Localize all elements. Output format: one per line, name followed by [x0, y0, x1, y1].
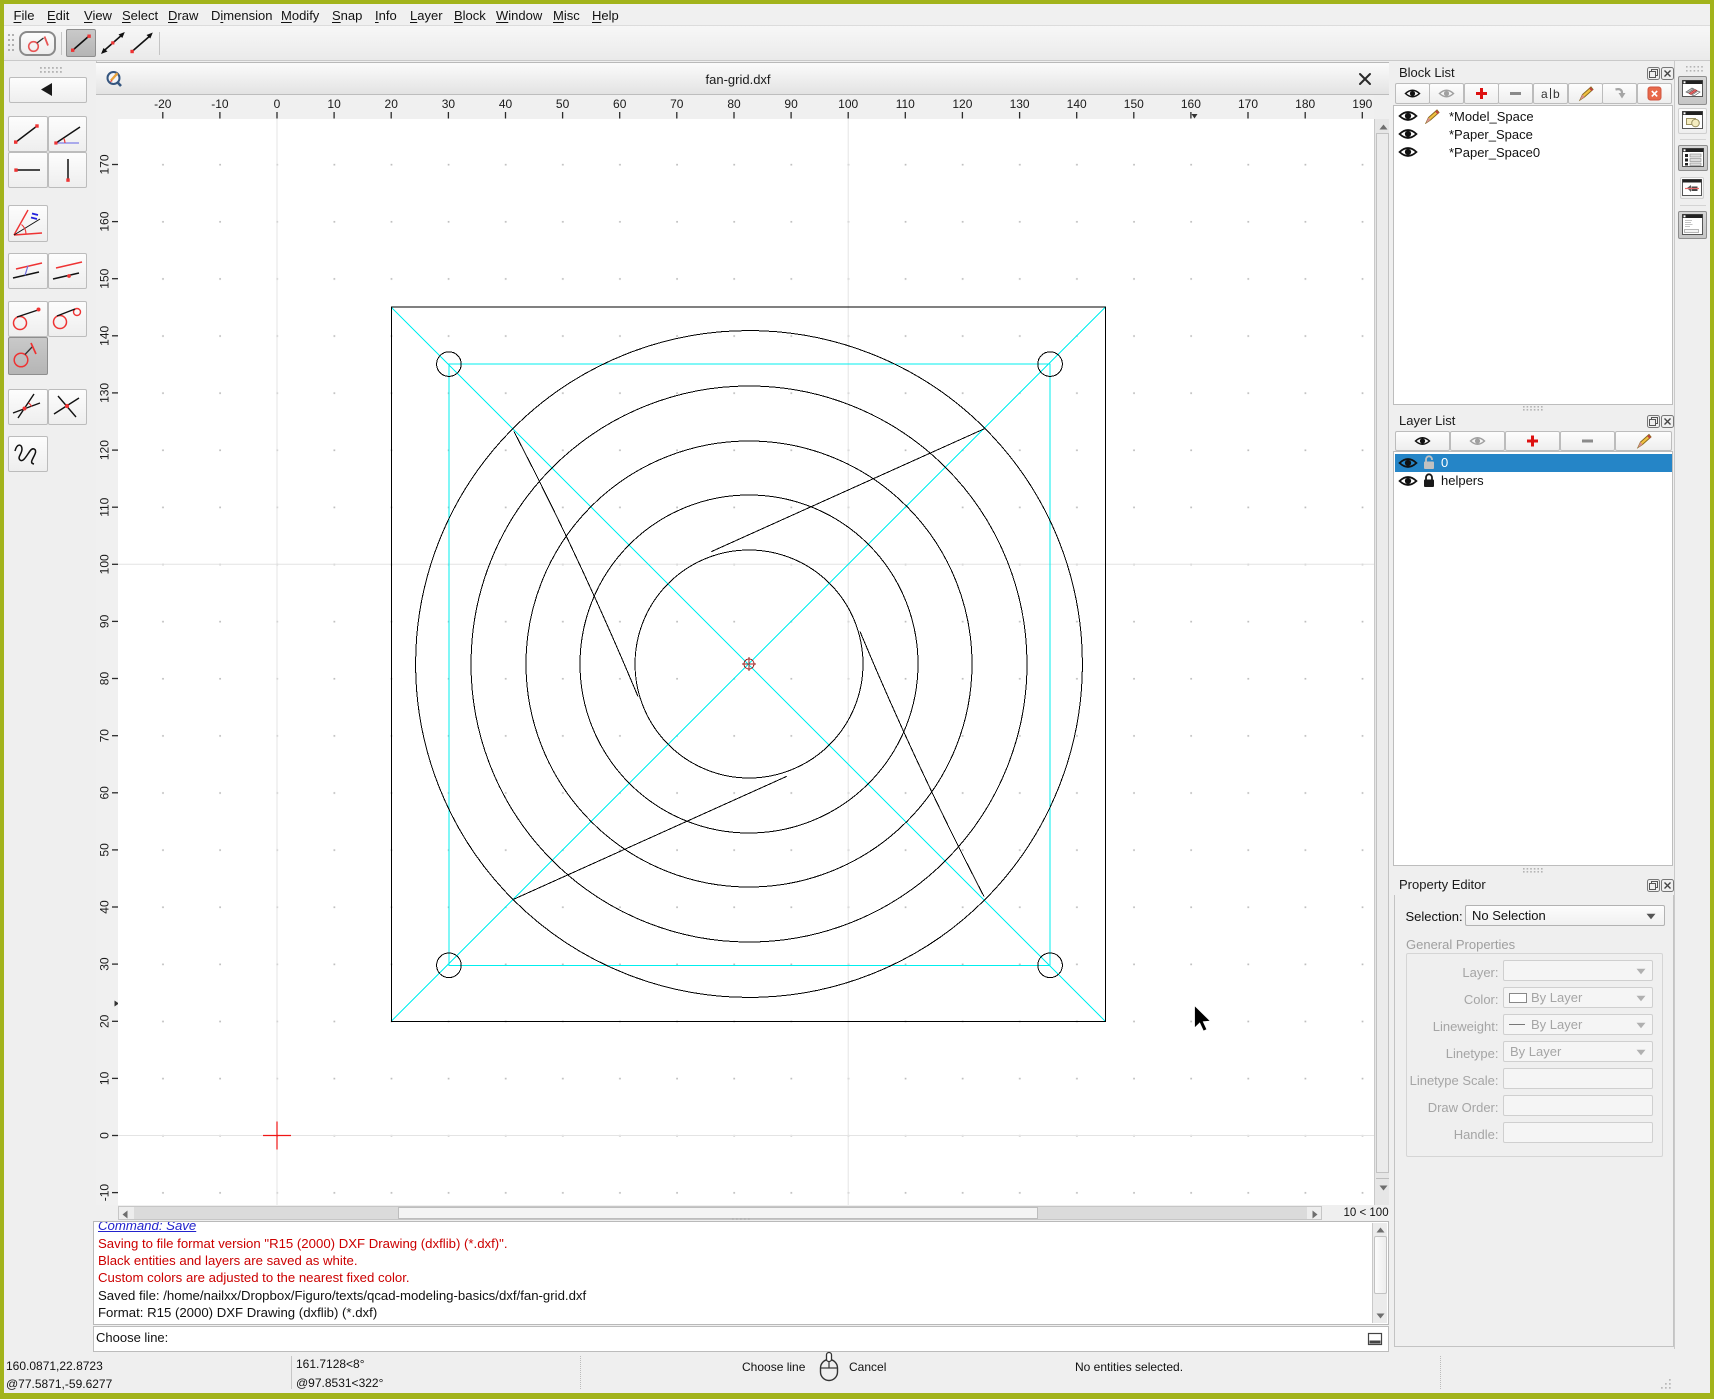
- svg-text:40: 40: [97, 900, 111, 914]
- svg-text:120: 120: [952, 97, 972, 111]
- svg-text:80: 80: [727, 97, 741, 111]
- svg-text:140: 140: [1067, 97, 1087, 111]
- svg-text:160: 160: [1181, 97, 1201, 111]
- svg-text:110: 110: [97, 497, 111, 516]
- svg-text:70: 70: [97, 728, 111, 742]
- svg-text:-20: -20: [154, 97, 172, 111]
- svg-text:-10: -10: [211, 97, 229, 111]
- svg-text:190: 190: [1352, 97, 1372, 111]
- svg-text:120: 120: [97, 439, 111, 459]
- svg-text:20: 20: [385, 97, 399, 111]
- svg-text:30: 30: [97, 957, 111, 971]
- svg-text:150: 150: [97, 268, 111, 288]
- svg-text:90: 90: [97, 614, 111, 628]
- svg-text:60: 60: [613, 97, 627, 111]
- svg-text:90: 90: [784, 97, 798, 111]
- svg-text:10: 10: [327, 97, 341, 111]
- svg-text:50: 50: [97, 842, 111, 856]
- svg-text:a: a: [1541, 87, 1548, 101]
- svg-text:70: 70: [670, 97, 684, 111]
- svg-text:10: 10: [97, 1071, 111, 1085]
- svg-text:0: 0: [274, 97, 281, 111]
- svg-text:20: 20: [97, 1014, 111, 1028]
- svg-text:-10: -10: [97, 1183, 111, 1201]
- svg-text:180: 180: [1295, 97, 1315, 111]
- svg-text:60: 60: [97, 785, 111, 799]
- svg-text:170: 170: [97, 154, 111, 174]
- svg-text:80: 80: [97, 671, 111, 685]
- svg-text:100: 100: [838, 97, 858, 111]
- svg-text:b: b: [1553, 87, 1560, 101]
- svg-text:0: 0: [97, 1131, 111, 1138]
- svg-text:170: 170: [1238, 97, 1258, 111]
- svg-text:110: 110: [896, 97, 915, 111]
- svg-text:40: 40: [499, 97, 513, 111]
- svg-text:160: 160: [97, 211, 111, 231]
- svg-text:130: 130: [1010, 97, 1030, 111]
- svg-text:130: 130: [97, 382, 111, 402]
- svg-text:100: 100: [97, 553, 111, 573]
- svg-text:150: 150: [1124, 97, 1144, 111]
- svg-text:140: 140: [97, 325, 111, 345]
- svg-text:30: 30: [442, 97, 456, 111]
- svg-text:50: 50: [556, 97, 570, 111]
